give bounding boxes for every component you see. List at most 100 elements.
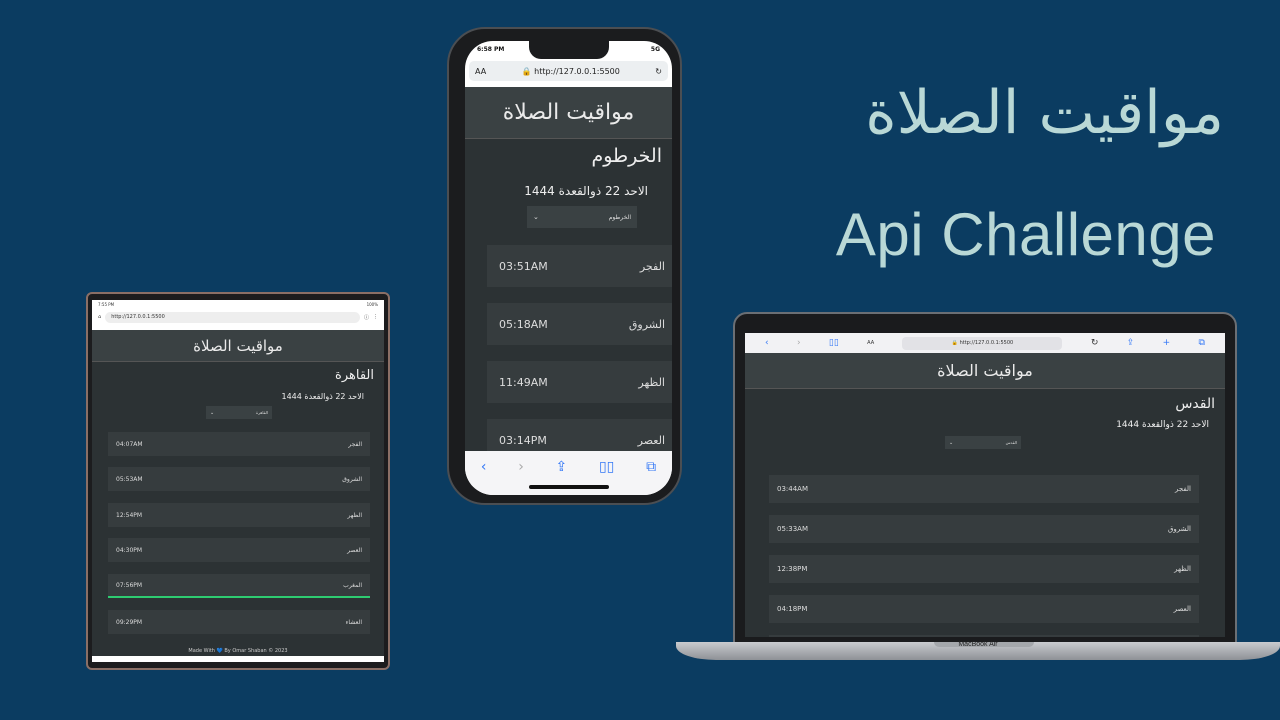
tablet-time: 7:55 PM [98,302,115,307]
city-name: القدس [1175,396,1215,412]
app-footer: Made With 💙 By Omar Shaban © 2023 [188,648,288,654]
reload-icon[interactable]: ↻ [1091,338,1099,348]
prayer-time: 11:49AM [499,375,548,389]
laptop-url-text: http://127.0.0.1:5500 [959,339,1014,346]
prayer-row: العصر 04:18PM [769,595,1199,623]
tablet-status-bar: 7:55 PM 100% [98,302,378,307]
prayer-time: 03:14PM [499,433,547,447]
prayer-row-next: المغرب 07:56PM [108,574,370,598]
tablet-url[interactable]: http://127.0.0.1:5500 [105,311,360,323]
prayer-row: الظهر 11:49AM [487,361,672,403]
city-select-value: الخرطوم [608,213,631,221]
chevron-down-icon: ⌄ [533,213,539,221]
prayer-time: 12:54PM [116,511,143,519]
prayer-time: 03:51AM [499,259,548,273]
city-select-value: القاهرة [256,410,268,415]
laptop-url[interactable]: 🔒 http://127.0.0.1:5500 [902,336,1063,350]
prayer-time: 04:07AM [116,440,143,448]
prayer-row [769,635,1199,637]
app-header-title: مواقيت الصلاة [92,330,384,362]
phone-app: مواقيت الصلاة الخرطوم الاحد 22 ذوالقعدة … [465,87,672,451]
reload-icon[interactable]: ↻ [655,67,662,76]
hijri-date: الاحد 22 ذوالقعدة 1444 [1116,420,1209,430]
prayer-row: الشروق 05:18AM [487,303,672,345]
hero-title-arabic: مواقيت الصلاة [865,78,1224,148]
prayer-time: 09:29PM [116,618,143,626]
hero-title-english: Api Challenge [835,201,1216,268]
phone-mockup: 6:58 PM 5G AA 🔒 http://127.0.0.1:5500 ↻ … [447,27,682,505]
prayer-row: الظهر 12:38PM [769,555,1199,583]
text-size-button[interactable]: AA [867,340,874,346]
chevron-down-icon: ⌄ [949,439,954,446]
phone-time: 6:58 PM [477,46,505,53]
prayer-row: الشروق 05:33AM [769,515,1199,543]
prayer-name: الفجر [348,440,362,448]
prayer-name: العصر [637,433,665,447]
text-size-button[interactable]: AA [475,67,486,76]
prayer-name: الفجر [1175,485,1191,493]
home-icon[interactable]: ⌂ [98,314,101,320]
prayer-row: الشروق 05:53AM [108,467,370,491]
tablet-address-bar: ⌂ http://127.0.0.1:5500 ⓘ ⋮ [94,310,382,324]
forward-icon[interactable]: › [797,338,801,348]
app-header-title: مواقيت الصلاة [465,87,672,139]
sidebar-icon[interactable]: ▯▯ [829,338,839,348]
tablet-mockup: 7:55 PM 100% ⌂ http://127.0.0.1:5500 ⓘ ⋮… [86,292,390,670]
prayer-row: العشاء 09:29PM [108,610,370,634]
hijri-date: الاحد 22 ذوالقعدة 1444 [524,184,648,198]
prayer-row: الفجر 03:51AM [487,245,672,287]
forward-icon[interactable]: › [518,459,524,475]
share-icon[interactable]: ⇪ [1127,338,1135,348]
phone-url-text: http://127.0.0.1:5500 [534,66,620,76]
chevron-down-icon: ⌄ [210,409,215,416]
bookmarks-icon[interactable]: ▯▯ [599,459,614,475]
info-icon[interactable]: ⓘ [364,314,369,321]
prayer-name: العشاء [345,618,362,626]
share-icon[interactable]: ⇪ [556,459,568,475]
prayer-name: العصر [1173,605,1191,613]
new-tab-icon[interactable]: + [1163,338,1171,348]
prayer-name: الظهر [1174,565,1191,573]
tabs-icon[interactable]: ⧉ [1199,338,1205,348]
city-select[interactable]: الخرطوم ⌄ [527,206,637,228]
city-name: الخرطوم [591,145,662,167]
back-icon[interactable]: ‹ [765,338,769,348]
phone-screen: 6:58 PM 5G AA 🔒 http://127.0.0.1:5500 ↻ … [465,41,672,495]
city-select[interactable]: القاهرة ⌄ [206,406,272,419]
prayer-row: الفجر 04:07AM [108,432,370,456]
device-label: MacBook Air [958,641,998,648]
prayer-time: 04:18PM [777,605,808,613]
tabs-icon[interactable]: ⧉ [646,459,656,475]
phone-address-bar[interactable]: AA 🔒 http://127.0.0.1:5500 ↻ [469,61,668,81]
prayer-name: الشروق [628,317,665,331]
prayer-name: الظهر [347,511,363,519]
prayer-time: 03:44AM [777,485,809,493]
city-name: القاهرة [335,368,374,383]
tablet-battery: 100% [366,302,378,307]
city-select[interactable]: القدس ⌄ [945,436,1021,449]
laptop-screen: ‹ › ▯▯ AA 🔒 http://127.0.0.1:5500 ↻ ⇪ + … [745,333,1225,637]
prayer-row: الظهر 12:54PM [108,503,370,527]
laptop-app: مواقيت الصلاة القدس الاحد 22 ذوالقعدة 14… [745,353,1225,637]
prayer-time: 05:53AM [116,475,143,483]
laptop-browser-toolbar: ‹ › ▯▯ AA 🔒 http://127.0.0.1:5500 ↻ ⇪ + … [745,333,1225,353]
more-icon[interactable]: ⋮ [373,314,378,320]
city-select-value: القدس [1005,440,1017,445]
prayer-time: 04:30PM [116,546,143,554]
prayer-name: العصر [347,546,362,554]
prayer-name: الشروق [342,475,362,483]
prayer-row: الفجر 03:44AM [769,475,1199,503]
prayer-name: الشروق [1168,525,1191,533]
prayer-time: 07:56PM [116,581,143,589]
prayer-row: العصر 03:14PM [487,419,672,451]
app-header-title: مواقيت الصلاة [745,353,1225,389]
back-icon[interactable]: ‹ [481,459,487,475]
prayer-name: الفجر [639,259,665,273]
prayer-time: 12:38PM [777,565,808,573]
tablet-app: مواقيت الصلاة القاهرة الاحد 22 ذوالقعدة … [92,330,384,656]
prayer-name: الظهر [638,375,665,389]
home-indicator [529,485,609,489]
laptop-base: MacBook Air [676,641,1280,660]
phone-signal: 5G [650,46,660,53]
tablet-screen: 7:55 PM 100% ⌂ http://127.0.0.1:5500 ⓘ ⋮… [92,300,384,662]
